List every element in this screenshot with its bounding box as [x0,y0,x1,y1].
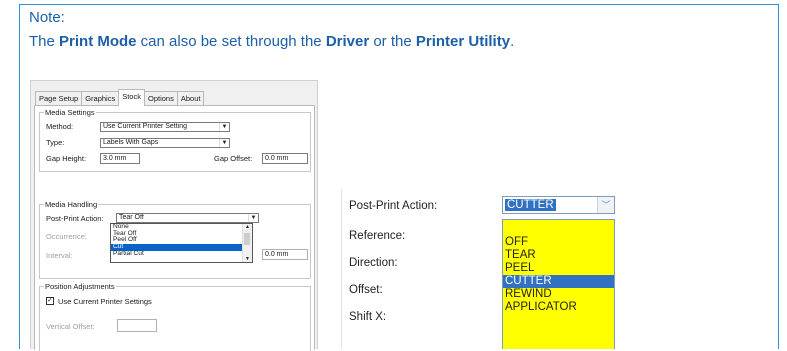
use-current-settings-checkbox[interactable]: ✓ [46,297,54,305]
list-item-off[interactable]: OFF [503,236,614,249]
note-title: Note: [29,9,65,26]
interval-label: Interval: [46,251,73,260]
printer-utility-panel: Post-Print Action: CUTTER ﹀ Reference: D… [341,189,620,349]
list-item[interactable]: Partial Cut [111,250,252,258]
media-settings-title: Media Settings [44,108,96,117]
method-label: Method: [46,122,74,131]
direction-label: Direction: [349,257,398,269]
list-item[interactable]: Peel Off [111,237,252,244]
interval-field[interactable]: 0.0 mm [262,249,308,260]
shift-x-label: Shift X: [349,311,387,323]
note-text: The Print Mode can also be set through t… [29,33,514,50]
media-handling-title: Media Handling [44,200,99,209]
chevron-down-icon: ▼ [219,123,229,131]
scroll-up-icon[interactable]: ▲ [243,224,252,230]
post-print-action-dropdown-list[interactable]: OFF TEAR PEEL CUTTER REWIND APPLICATOR [502,219,615,349]
type-value: Labels With Gaps [103,139,159,146]
post-print-action-value: CUTTER [505,199,556,211]
occurrence-label: Occurrence: [46,232,87,241]
scroll-thumb[interactable] [244,233,250,245]
chevron-down-icon[interactable]: ﹀ [597,197,614,213]
gap-height-field[interactable]: 3.0 mm [100,153,140,164]
note-text-mid2: or the [369,33,416,50]
list-item-cutter[interactable]: CUTTER [503,275,614,288]
note-text-pre: The [29,33,60,50]
list-item-applicator[interactable]: APPLICATOR [503,301,614,314]
vertical-offset-field[interactable] [117,319,157,332]
method-value: Use Current Printer Setting [103,123,188,130]
position-adjustments-title: Position Adjustments [44,282,116,291]
note-bold-driver: Driver [325,33,370,50]
note-text-end: . [510,33,515,50]
post-print-action-value: Tear Off [119,214,144,221]
scroll-down-icon[interactable]: ▼ [243,256,252,262]
list-item-peel[interactable]: PEEL [503,262,614,275]
note-bold-printer-utility: Printer Utility [415,33,511,50]
offset-label: Offset: [349,284,383,296]
use-current-settings-label: Use Current Printer Settings [58,297,152,306]
list-scrollbar[interactable]: ▲ ▼ [242,224,252,262]
note-text-mid1: can also be set through the [136,33,326,50]
note-bold-print-mode: Print Mode [59,33,137,50]
tab-stock[interactable]: Stock [118,89,145,106]
chevron-down-icon: ▼ [219,139,229,147]
tab-graphics[interactable]: Graphics [81,91,120,106]
list-item-tear[interactable]: TEAR [503,249,614,262]
post-print-action-select[interactable]: Tear Off ▼ [116,213,259,223]
list-item-rewind[interactable]: REWIND [503,288,614,301]
position-adjustments-group: Position Adjustments ✓ Use Current Print… [39,282,311,351]
post-print-action-dropdown-list[interactable]: None Tear Off Peel Off Cut Partial Cut ▲… [110,223,253,263]
gap-offset-field[interactable]: 0.0 mm [262,153,308,164]
tab-strip: Page Setup Graphics Stock Options About [35,89,205,106]
chevron-down-icon: ▼ [248,214,258,222]
type-select[interactable]: Labels With Gaps ▼ [100,138,230,148]
driver-dialog: Page Setup Graphics Stock Options About … [30,80,318,351]
post-print-action-select[interactable]: CUTTER ﹀ [502,196,615,214]
post-print-action-label: Post-Print Action: [349,200,438,212]
gap-height-label: Gap Height: [46,154,87,163]
method-select[interactable]: Use Current Printer Setting ▼ [100,122,230,132]
tab-page-setup[interactable]: Page Setup [35,91,83,106]
type-label: Type: [46,138,65,147]
reference-label: Reference: [349,230,406,242]
gap-offset-label: Gap Offset: [214,154,253,163]
tab-options[interactable]: Options [143,91,178,106]
tab-about[interactable]: About [176,91,205,106]
vertical-offset-label: Vertical Offset: [46,322,95,331]
media-settings-group: Media Settings Method: Use Current Print… [39,108,311,172]
post-print-action-label: Post-Print Action: [46,214,104,223]
